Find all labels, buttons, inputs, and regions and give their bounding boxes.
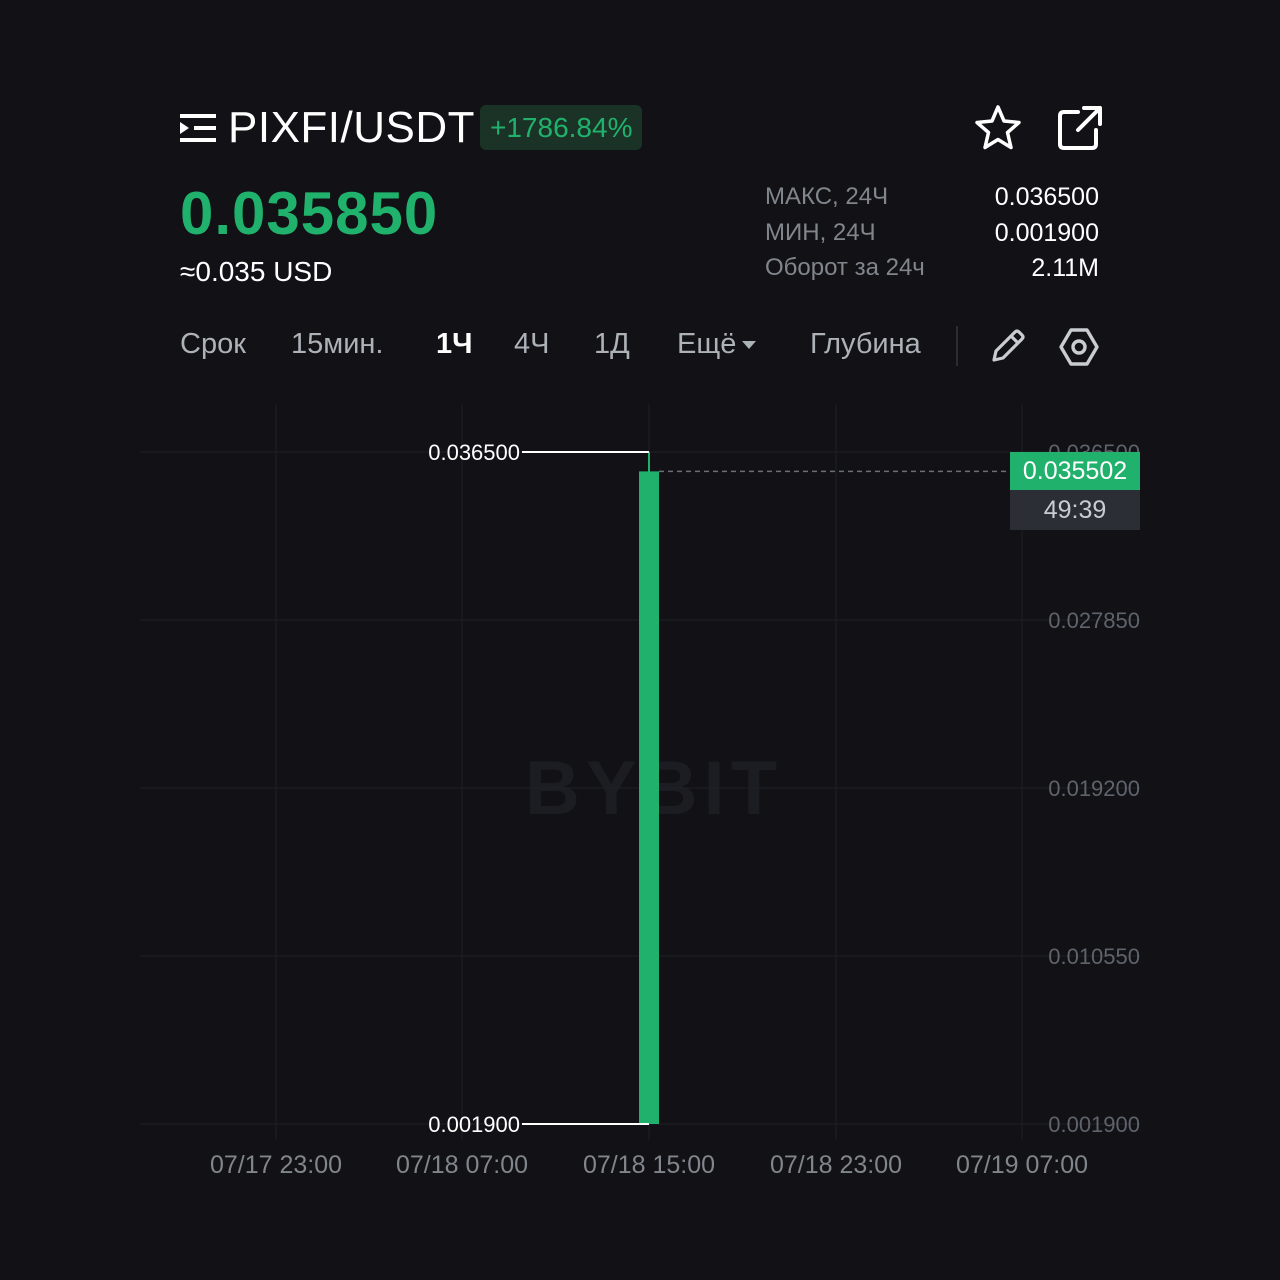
caret-down-icon [742,341,757,350]
x-tick-label: 07/18 23:00 [770,1151,902,1179]
x-tick-label: 07/17 23:00 [210,1151,342,1179]
y-tick-label: 0.010550 [1048,944,1140,969]
turnover-24h-value: 2.11M [1031,254,1099,282]
interval-1d[interactable]: 1Д [594,324,630,364]
share-icon[interactable] [1054,102,1106,154]
high-marker-label: 0.036500 [428,440,520,465]
toolbar-divider [956,326,958,366]
pencil-icon[interactable] [986,324,1030,368]
y-tick-label: 0.027850 [1048,608,1140,633]
x-tick-label: 07/19 07:00 [956,1151,1088,1179]
y-tick-label: 0.001900 [1048,1112,1140,1137]
x-tick-label: 07/18 15:00 [583,1151,715,1179]
menu-lines-icon[interactable] [180,112,216,144]
low-24h-label: МИН, 24Ч [765,219,876,246]
high-24h-value: 0.036500 [994,183,1099,211]
last-price-tag: 0.035502 [1010,452,1140,490]
low-marker-label: 0.001900 [428,1112,520,1137]
candle-body [639,471,659,1124]
low-24h-value: 0.001900 [994,219,1099,247]
star-icon[interactable] [972,102,1024,154]
depth-tab[interactable]: Глубина [810,324,921,364]
term-label: Срок [180,328,246,360]
interval-1h[interactable]: 1Ч [436,324,473,364]
last-price: 0.035850 [180,180,439,247]
pair-title[interactable]: PIXFI/USDT [228,102,475,154]
more-dropdown[interactable]: Ещё [677,324,757,364]
change-badge: +1786.84% [480,105,643,150]
interval-4h[interactable]: 4Ч [514,324,549,364]
high-24h-label: МАКС, 24Ч [765,183,889,210]
usd-price: ≈0.035 USD [180,256,333,287]
x-tick-label: 07/18 07:00 [396,1151,528,1179]
turnover-24h-label: Оборот за 24ч [765,254,925,281]
settings-icon[interactable] [1056,324,1102,370]
interval-15m[interactable]: 15мин. [291,324,383,364]
candle-countdown: 49:39 [1010,490,1140,530]
more-label: Ещё [677,328,737,360]
y-tick-label: 0.019200 [1048,776,1140,801]
